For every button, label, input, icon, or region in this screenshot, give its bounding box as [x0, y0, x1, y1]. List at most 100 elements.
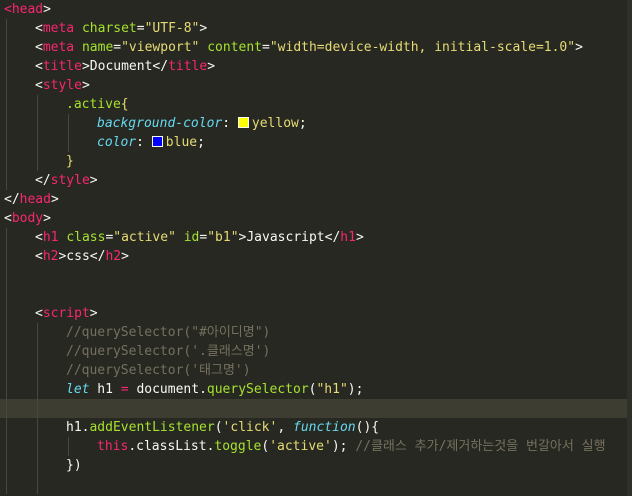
token-plain: < [35, 78, 43, 93]
code-line[interactable]: //querySelector('태그명') [0, 361, 632, 380]
code-line[interactable]: color: blue; [0, 133, 632, 152]
indent-guide [68, 133, 69, 152]
token-plain: (){ [355, 420, 380, 435]
token-plain: h1 [89, 382, 121, 397]
code-line[interactable]: <body> [0, 209, 632, 228]
token-tag: title [168, 59, 208, 74]
token-plain: , [277, 420, 293, 435]
vertical-scrollbar[interactable] [627, 0, 632, 496]
token-tag: script [42, 306, 90, 321]
token-func: addEventListener [89, 420, 215, 435]
token-tag: style [50, 173, 90, 188]
code-line[interactable] [0, 475, 632, 494]
code-text: background-color: yellow; [97, 114, 307, 133]
indent-guide [6, 437, 7, 456]
token-tag: h2 [42, 249, 59, 264]
indent-guide [6, 57, 7, 76]
code-text: <script> [35, 304, 98, 323]
token-plain: > [355, 230, 364, 245]
code-line[interactable]: this.classList.toggle('active'); //클래스 추… [0, 437, 632, 456]
code-line[interactable] [0, 285, 632, 304]
token-attr: content [207, 40, 263, 55]
indent-guide [6, 266, 7, 285]
code-text: //querySelector("#아이디명") [66, 323, 270, 342]
code-line[interactable]: .active{ [0, 95, 632, 114]
code-line[interactable]: }) [0, 456, 632, 475]
code-line[interactable]: let h1 = document.querySelector("h1"); [0, 380, 632, 399]
token-plain: > [207, 59, 216, 74]
token-plain: >Javascript</ [238, 230, 341, 245]
code-editor[interactable]: <head> <meta charset="UTF-8"> <meta name="… [0, 0, 632, 496]
token-attr: id [183, 230, 200, 245]
code-line[interactable]: //querySelector("#아이디명") [0, 323, 632, 342]
token-str: "viewport" [121, 40, 200, 55]
code-text: } [66, 152, 74, 171]
token-plain: > [575, 40, 583, 55]
indent-guide [6, 342, 7, 361]
token-plain: > [50, 192, 59, 207]
code-line[interactable]: <h1 class="active" id="b1">Javascript</h… [0, 228, 632, 247]
code-line[interactable] [0, 266, 632, 285]
token-plain: >css</ [58, 249, 106, 264]
code-text: <head> [4, 0, 51, 19]
indent-guide [6, 228, 7, 247]
token-plain: .classList. [128, 439, 215, 454]
token-func: toggle [214, 439, 262, 454]
indent-guide [6, 133, 7, 152]
indent-guide [37, 152, 38, 171]
token-str: "b1" [207, 230, 239, 245]
code-line[interactable]: //querySelector('.클래스명') [0, 342, 632, 361]
token-plain: > [89, 173, 98, 188]
token-prop: background-color [97, 116, 223, 131]
code-line[interactable]: <style> [0, 76, 632, 95]
indent-guide [37, 361, 38, 380]
indent-guide [68, 437, 69, 456]
token-plain: >Document</ [81, 59, 169, 74]
code-line[interactable]: <h2>css</h2> [0, 247, 632, 266]
code-line[interactable]: <script> [0, 304, 632, 323]
code-text: <h2>css</h2> [35, 247, 129, 266]
code-line[interactable]: <meta charset="UTF-8"> [0, 19, 632, 38]
code-text: let h1 = document.querySelector("h1"); [66, 380, 363, 399]
indent-guide [6, 114, 7, 133]
token-plain: > [199, 21, 208, 36]
token-plain: < [35, 40, 43, 55]
token-plain: > [121, 249, 129, 264]
code-line[interactable]: background-color: yellow; [0, 114, 632, 133]
token-plain: < [35, 249, 43, 264]
code-line[interactable]: </style> [0, 171, 632, 190]
indent-guide [6, 380, 7, 399]
code-line[interactable]: <head> [0, 0, 632, 19]
indent-guide [37, 342, 38, 361]
token-tag: style [42, 78, 82, 93]
code-line[interactable]: <title>Document</title> [0, 57, 632, 76]
token-tag: title [42, 59, 82, 74]
code-line[interactable]: h1.addEventListener('click', function(){ [0, 418, 632, 437]
indent-guide [37, 456, 38, 475]
code-line[interactable]: <meta name="viewport" content="width=dev… [0, 38, 632, 57]
indent-guide [6, 285, 7, 304]
indent-guide [37, 475, 38, 494]
current-line[interactable] [0, 399, 632, 418]
token-plain: < [35, 21, 43, 36]
indent-guide [6, 247, 7, 266]
code-line[interactable]: </head> [0, 190, 632, 209]
token-str: } [66, 154, 74, 169]
token-str: { [120, 97, 129, 112]
indent-guide [6, 418, 7, 437]
token-plain: document. [128, 382, 207, 397]
token-kw2: this [97, 439, 129, 454]
token-kw: let [66, 382, 90, 397]
token-plain: h1. [66, 420, 90, 435]
code-line[interactable]: } [0, 152, 632, 171]
token-plain: < [35, 230, 43, 245]
indent-guide [6, 361, 7, 380]
token-plain: ); [331, 439, 356, 454]
indent-guide [6, 399, 7, 418]
token-str: "UTF-8" [144, 21, 200, 36]
token-plain: ; [197, 135, 205, 150]
token-attr: charset [81, 21, 137, 36]
token-attr: class [66, 230, 106, 245]
indent-guide [6, 95, 7, 114]
